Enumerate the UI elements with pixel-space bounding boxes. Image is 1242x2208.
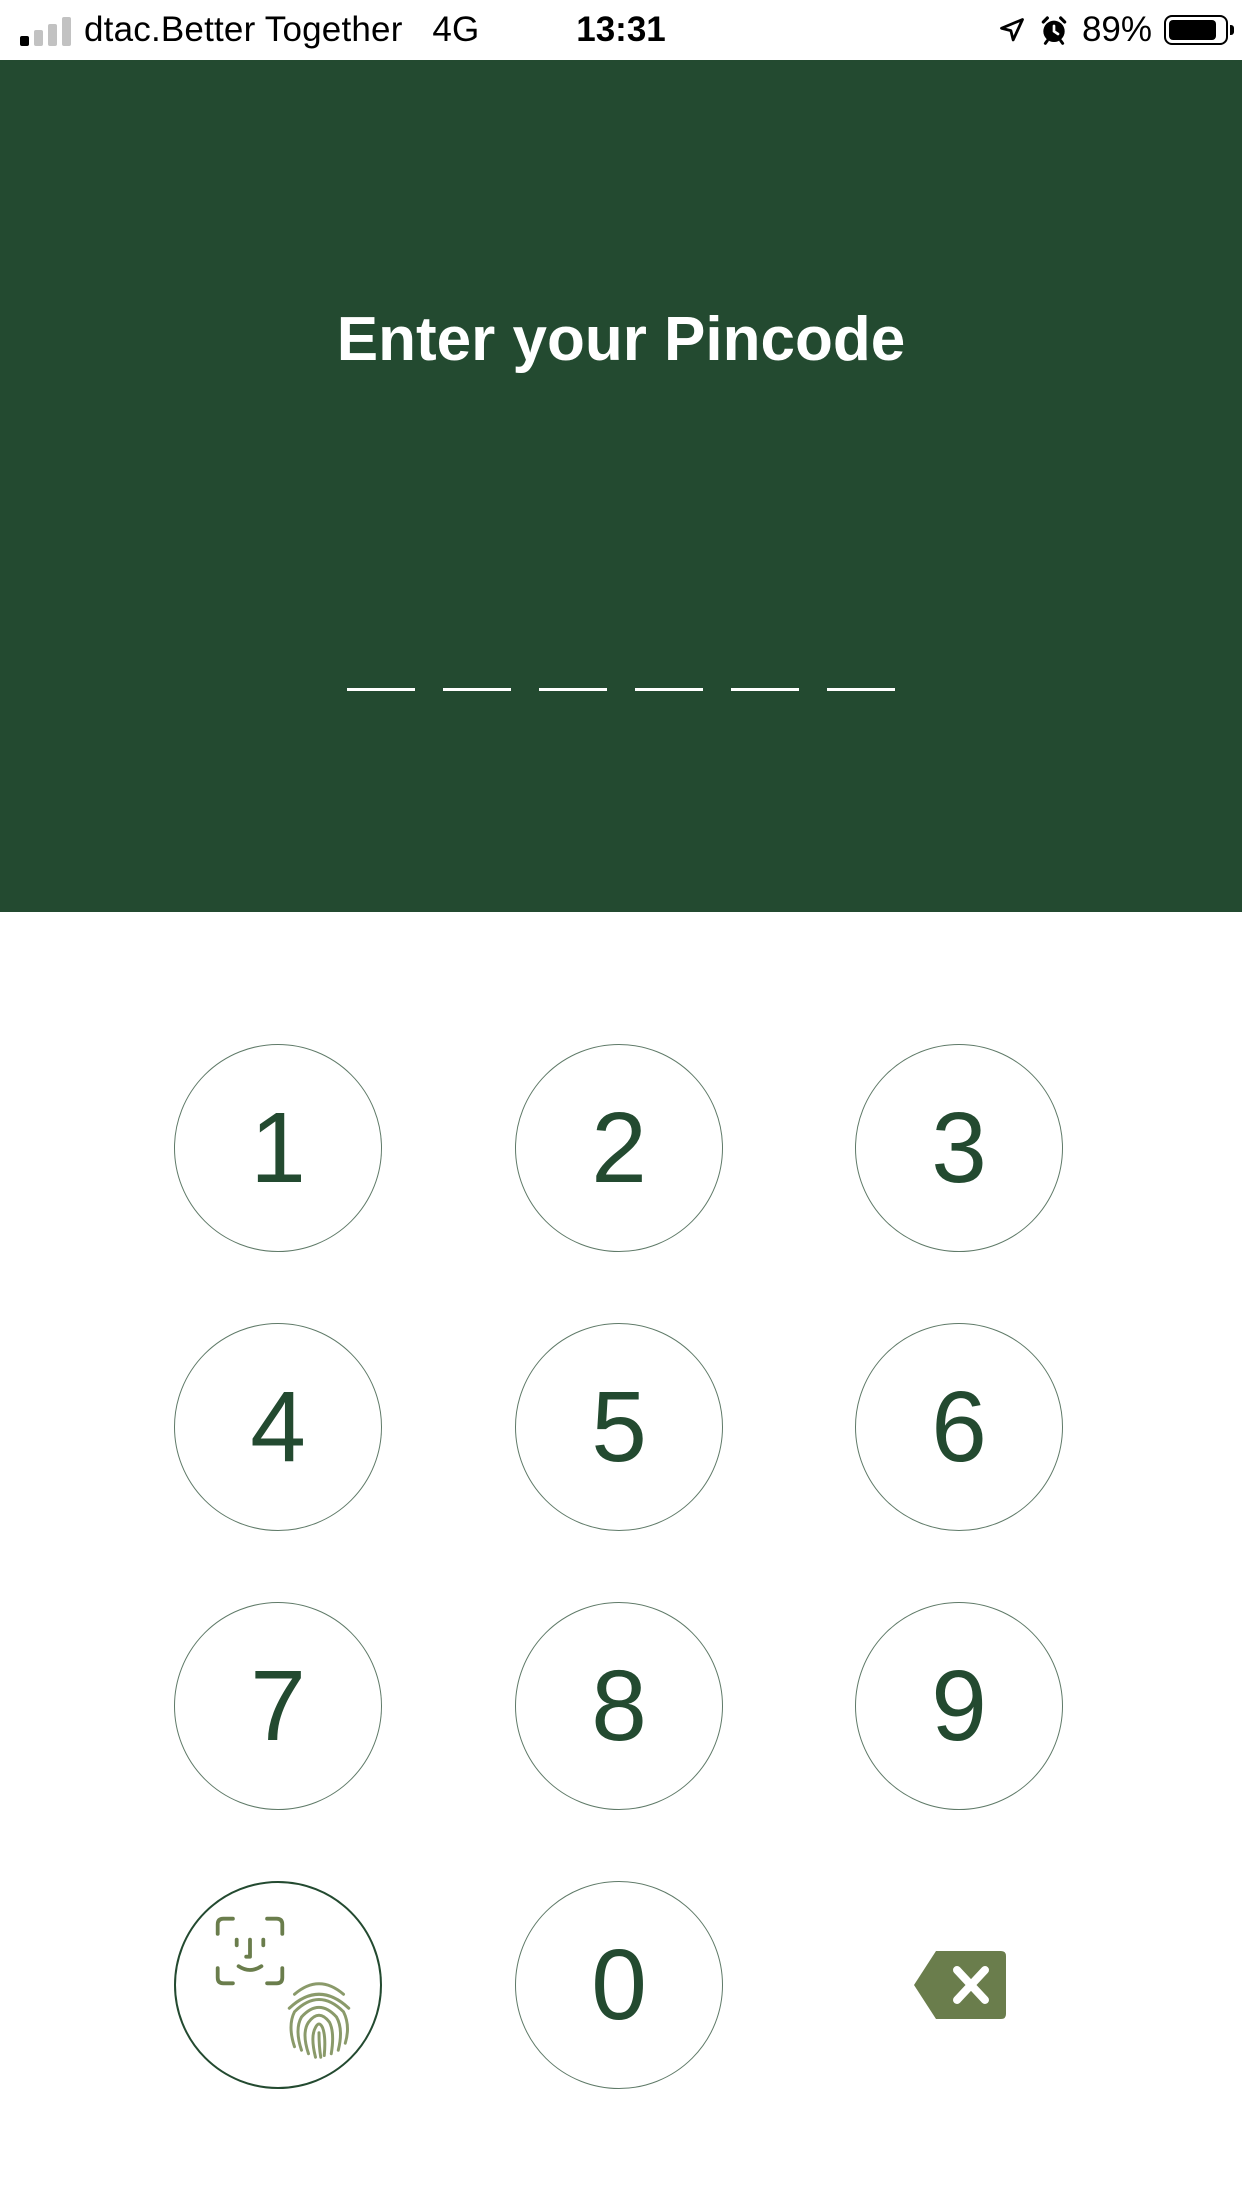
pin-slot (827, 688, 895, 691)
page-title: Enter your Pincode (336, 305, 906, 374)
key-4[interactable]: 4 (174, 1323, 382, 1531)
pin-slot (539, 688, 607, 691)
pin-slot (443, 688, 511, 691)
backspace-icon (914, 1951, 1006, 2019)
alarm-clock-icon (1041, 16, 1067, 45)
status-bar: dtac.Better Together 4G 13:31 89% (0, 0, 1242, 60)
key-digit: 7 (250, 1650, 306, 1762)
biometric-button[interactable] (174, 1881, 382, 2089)
key-digit: 4 (250, 1371, 306, 1483)
key-digit: 8 (591, 1650, 647, 1762)
key-9[interactable]: 9 (855, 1602, 1063, 1810)
key-0[interactable]: 0 (515, 1881, 723, 2089)
status-right-group: 89% (998, 9, 1234, 51)
key-7[interactable]: 7 (174, 1602, 382, 1810)
key-digit: 6 (931, 1371, 987, 1483)
key-digit: 5 (591, 1371, 647, 1483)
battery-fill (1169, 20, 1216, 40)
face-id-icon (215, 1916, 285, 1986)
key-1[interactable]: 1 (174, 1044, 382, 1252)
pin-indicator (0, 688, 1242, 694)
key-2[interactable]: 2 (515, 1044, 723, 1252)
delete-button[interactable] (912, 1949, 1008, 2021)
battery-percentage: 89% (1081, 10, 1152, 49)
pincode-header: Enter your Pincode (0, 60, 1242, 912)
key-8[interactable]: 8 (515, 1602, 723, 1810)
key-3[interactable]: 3 (855, 1044, 1063, 1252)
pin-slot (731, 688, 799, 691)
battery-icon (1164, 15, 1234, 45)
location-arrow-icon (1000, 18, 1024, 42)
key-digit: 3 (931, 1092, 987, 1204)
key-5[interactable]: 5 (515, 1323, 723, 1531)
pin-slot (347, 688, 415, 691)
fingerprint-icon (287, 1982, 351, 2059)
key-digit: 9 (931, 1650, 987, 1762)
pin-slot (635, 688, 703, 691)
key-digit: 1 (250, 1092, 306, 1204)
key-digit: 2 (591, 1092, 647, 1204)
key-6[interactable]: 6 (855, 1323, 1063, 1531)
key-digit: 0 (591, 1929, 647, 2041)
